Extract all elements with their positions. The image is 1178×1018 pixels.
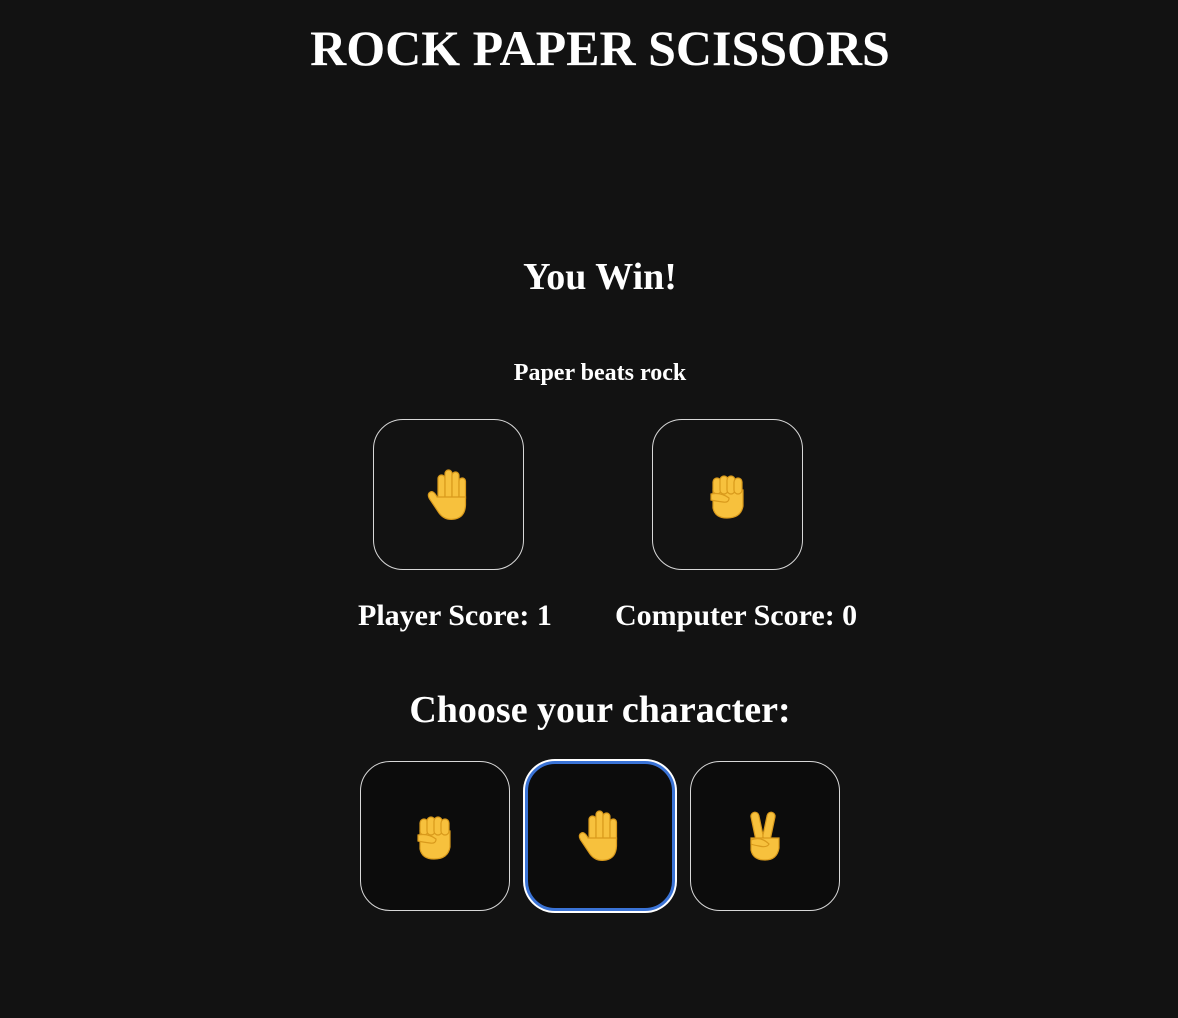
victory-hand-icon bbox=[743, 808, 787, 864]
paper-button[interactable] bbox=[525, 761, 675, 911]
round-explanation: Paper beats rock bbox=[513, 360, 687, 386]
round-result: You Win! bbox=[523, 256, 677, 298]
raised-fist-icon bbox=[705, 470, 751, 520]
raised-fist-icon bbox=[412, 811, 458, 861]
raised-hand-icon bbox=[576, 808, 624, 864]
computer-choice-display bbox=[652, 419, 803, 570]
game-title: ROCK PAPER SCISSORS bbox=[310, 20, 890, 76]
computer-score: Computer Score: 0 bbox=[615, 599, 858, 632]
game-page: ROCK PAPER SCISSORS You Win! Paper beats… bbox=[0, 0, 1178, 1018]
scissors-button[interactable] bbox=[690, 761, 840, 911]
choose-character-heading: Choose your character: bbox=[409, 689, 791, 731]
raised-hand-icon bbox=[425, 467, 473, 523]
player-score: Player Score: 1 bbox=[358, 599, 552, 632]
rock-button[interactable] bbox=[360, 761, 510, 911]
player-choice-display bbox=[373, 419, 524, 570]
